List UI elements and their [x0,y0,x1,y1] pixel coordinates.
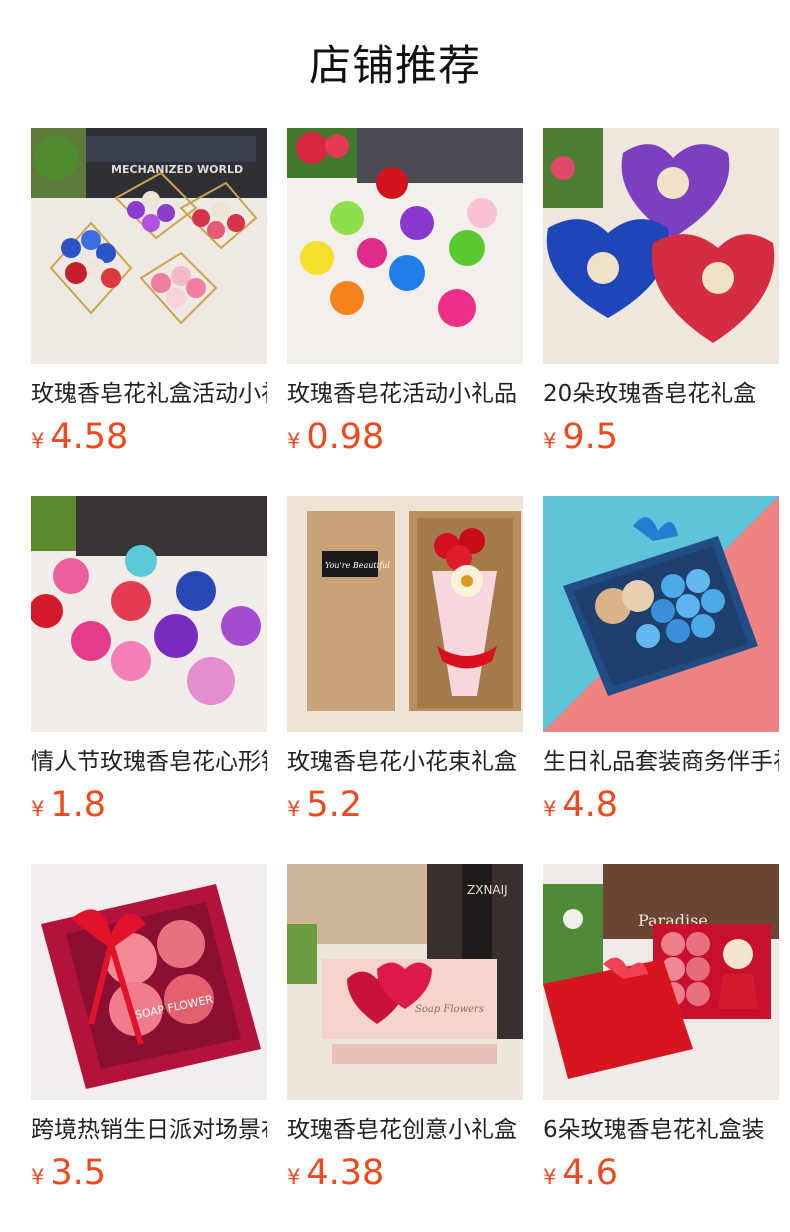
price-value: 3.5 [50,1153,107,1193]
product-name[interactable]: 玫瑰香皂花礼盒活动小礼品 [31,377,267,411]
product-card[interactable]: Paradise 6朵玫瑰香皂花礼盒装 ¥4.6 [543,864,779,1204]
heart-wire-basket-soap-roses-image[interactable]: MECHANIZED WORLD [31,128,267,364]
product-card[interactable]: You're Beautiful 玫瑰香皂花小花束礼盒 ¥5.2 [287,496,523,836]
product-price: ¥4.38 [287,1150,384,1196]
currency-symbol: ¥ [543,1165,557,1189]
book-title-text: MECHANIZED WORLD [111,163,243,176]
price-value: 4.6 [562,1153,619,1193]
product-name[interactable]: 玫瑰香皂花活动小礼品 [287,377,523,411]
heart-tin-soap-roses-image[interactable] [31,496,267,732]
currency-symbol: ¥ [287,797,301,821]
product-name[interactable]: 20朵玫瑰香皂花礼盒 [543,377,779,411]
product-grid: MECHANIZED WORLD 玫瑰香皂花礼盒活动小礼品 ¥4.58 [0,0,790,1232]
product-card[interactable]: 生日礼品套装商务伴手礼 ¥4.8 [543,496,779,836]
price-value: 4.58 [50,417,129,457]
product-price: ¥9.5 [543,414,618,460]
heart-box-soap-roses-bears-image[interactable] [543,128,779,364]
product-name[interactable]: 跨境热销生日派对场景布置 [31,1113,267,1147]
price-value: 4.8 [562,785,619,825]
currency-symbol: ¥ [287,429,301,453]
product-card[interactable]: 情人节玫瑰香皂花心形铁盒 ¥1.8 [31,496,267,836]
red-gift-box-bear-roses-image[interactable]: Paradise [543,864,779,1100]
card-text: You're Beautiful [325,561,390,570]
currency-symbol: ¥ [31,429,45,453]
product-card[interactable]: ZXNAIJ Soap Flowers 玫瑰香皂花创意小礼盒 ¥4.38 [287,864,523,1204]
kraft-box-rose-bouquet-image[interactable]: You're Beautiful [287,496,523,732]
colorful-heart-soap-roses-image[interactable] [287,128,523,364]
product-name[interactable]: 6朵玫瑰香皂花礼盒装 [543,1113,779,1147]
product-card[interactable]: 20朵玫瑰香皂花礼盒 ¥9.5 [543,128,779,468]
product-price: ¥5.2 [287,782,362,828]
price-value: 9.5 [562,417,619,457]
product-card[interactable]: MECHANIZED WORLD 玫瑰香皂花礼盒活动小礼品 ¥4.58 [31,128,267,468]
product-price: ¥4.6 [543,1150,618,1196]
lid-text: Soap Flowers [415,1004,484,1015]
product-card[interactable]: 玫瑰香皂花活动小礼品 ¥0.98 [287,128,523,468]
product-price: ¥4.58 [31,414,128,460]
product-price: ¥3.5 [31,1150,106,1196]
product-name[interactable]: 生日礼品套装商务伴手礼 [543,745,779,779]
blue-box-bear-roses-image[interactable] [543,496,779,732]
product-price: ¥4.8 [543,782,618,828]
product-name[interactable]: 玫瑰香皂花小花束礼盒 [287,745,523,779]
price-value: 0.98 [306,417,385,457]
product-name[interactable]: 玫瑰香皂花创意小礼盒 [287,1113,523,1147]
product-price: ¥1.8 [31,782,106,828]
double-heart-window-box-image[interactable]: ZXNAIJ Soap Flowers [287,864,523,1100]
currency-symbol: ¥ [287,1165,301,1189]
product-price: ¥0.98 [287,414,384,460]
price-value: 5.2 [306,785,363,825]
currency-symbol: ¥ [31,1165,45,1189]
currency-symbol: ¥ [31,797,45,821]
currency-symbol: ¥ [543,797,557,821]
currency-symbol: ¥ [543,429,557,453]
product-card[interactable]: SOAP FLOWER 跨境热销生日派对场景布置 ¥3.5 [31,864,267,1204]
product-name[interactable]: 情人节玫瑰香皂花心形铁盒 [31,745,267,779]
price-value: 1.8 [50,785,107,825]
price-value: 4.38 [306,1153,385,1193]
red-square-box-soap-roses-image[interactable]: SOAP FLOWER [31,864,267,1100]
book-spine-text: ZXNAIJ [467,883,508,897]
